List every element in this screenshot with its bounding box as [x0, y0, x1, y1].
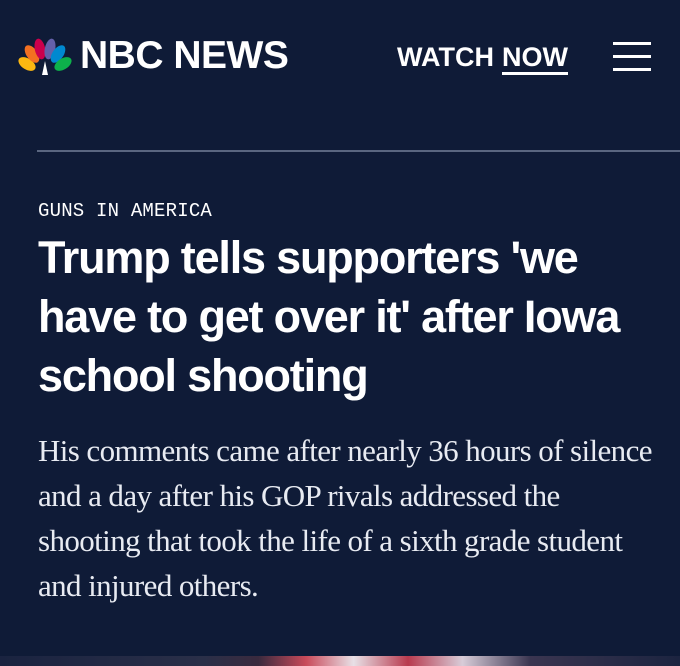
article-dek: His comments came after nearly 36 hours … [38, 433, 652, 603]
lead-image-edge [0, 656, 680, 666]
section-eyebrow-link[interactable]: GUNS IN AMERICA [38, 200, 212, 222]
menu-bar [613, 42, 651, 45]
brand-name: NBC NEWS [80, 34, 289, 77]
nbc-news-logo[interactable]: NBC NEWS [18, 34, 289, 77]
watch-label: WATCH [397, 42, 494, 72]
now-label: NOW [501, 42, 568, 75]
peacock-icon [18, 38, 72, 75]
menu-bar [613, 68, 651, 71]
site-header: NBC NEWS WATCH NOW [0, 0, 680, 118]
header-divider [37, 150, 680, 152]
article-headline: Trump tells supporters 'we have to get o… [38, 232, 620, 401]
menu-bar [613, 55, 651, 58]
hamburger-menu-icon[interactable] [613, 40, 651, 72]
watch-now-link[interactable]: WATCH NOW [397, 40, 568, 75]
